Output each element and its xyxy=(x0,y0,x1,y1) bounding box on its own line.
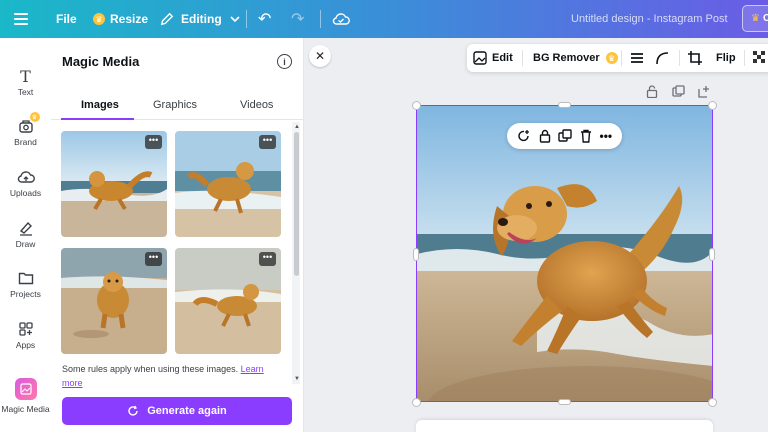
generate-again-button[interactable]: Generate again xyxy=(62,397,292,425)
resize-handle-top-left[interactable] xyxy=(412,101,421,110)
cloud-save-icon[interactable] xyxy=(332,0,350,38)
bg-remover-label: BG Remover xyxy=(533,52,600,64)
editing-label: Editing xyxy=(181,12,222,26)
more-options-icon[interactable]: ••• xyxy=(259,135,276,149)
panel-title: Magic Media xyxy=(62,54,140,69)
rail-item-uploads[interactable]: Uploads xyxy=(0,166,51,212)
top-bar: File ♛ Resize Editing ↶ ↷ Untitled desig… xyxy=(0,0,768,38)
chevron-down-icon xyxy=(230,16,240,23)
rail-item-brand[interactable]: ♛ Brand xyxy=(0,112,51,161)
duplicate-icon[interactable] xyxy=(672,85,685,101)
scrollbar-thumb[interactable] xyxy=(294,132,299,276)
close-icon: ✕ xyxy=(314,49,326,63)
duplicate-icon[interactable] xyxy=(558,129,572,143)
rail-label: Brand xyxy=(14,137,37,147)
resize-handle-bottom-right[interactable] xyxy=(708,398,717,407)
crop-icon[interactable] xyxy=(688,44,702,72)
resize-button[interactable]: ♛ Resize xyxy=(93,0,148,38)
trash-icon[interactable] xyxy=(580,129,592,143)
draw-icon xyxy=(18,217,34,239)
rail-label: Uploads xyxy=(9,188,42,198)
page-bottom-bar xyxy=(416,420,713,432)
rail-item-apps[interactable]: Apps xyxy=(0,318,51,364)
file-menu[interactable]: File xyxy=(56,0,77,38)
rail-item-projects[interactable]: Projects xyxy=(0,267,51,313)
rules-text: Some rules apply when using these images… xyxy=(62,364,239,374)
text-icon: T xyxy=(20,66,31,86)
resize-handle-top[interactable] xyxy=(558,102,571,108)
flip-button[interactable]: Flip xyxy=(716,44,736,72)
resize-label: Resize xyxy=(110,12,149,26)
close-panel-button[interactable]: ✕ xyxy=(309,45,331,67)
edit-image-button[interactable]: Edit xyxy=(473,44,513,72)
magic-edit-icon[interactable] xyxy=(517,129,531,143)
rail-label: Magic Media xyxy=(1,404,50,414)
pencil-icon xyxy=(160,12,174,26)
apps-icon xyxy=(18,318,34,340)
generated-image-1[interactable]: ••• xyxy=(61,131,167,237)
info-icon[interactable]: i xyxy=(277,54,292,69)
uploads-icon xyxy=(17,166,35,188)
crown-icon: ♛ xyxy=(93,13,105,25)
corner-rounding-icon[interactable] xyxy=(655,44,669,72)
magic-media-icon xyxy=(14,378,37,400)
rail-label: Draw xyxy=(15,239,36,249)
lock-icon[interactable] xyxy=(646,85,658,101)
resize-handle-top-right[interactable] xyxy=(708,101,717,110)
lock-icon[interactable] xyxy=(539,129,551,143)
magic-media-panel: Magic Media i Images Graphics Videos •••… xyxy=(51,38,304,432)
crown-icon: ♛ xyxy=(751,13,760,24)
tab-videos[interactable]: Videos xyxy=(240,99,273,111)
generated-image-4[interactable]: ••• xyxy=(175,248,281,354)
rail-label: Text xyxy=(17,87,34,97)
menu-icon[interactable] xyxy=(14,0,28,38)
border-style-icon[interactable] xyxy=(630,44,644,72)
editing-dropdown[interactable]: Editing xyxy=(160,0,240,38)
folder-icon xyxy=(18,267,34,289)
scroll-up-icon[interactable]: ▲ xyxy=(294,124,300,130)
context-toolbar: Edit BG Remover ♛ Flip xyxy=(467,44,768,72)
more-options-icon[interactable]: ••• xyxy=(600,129,613,143)
tab-graphics[interactable]: Graphics xyxy=(153,99,197,111)
tab-images[interactable]: Images xyxy=(81,99,119,111)
resize-handle-bottom-left[interactable] xyxy=(412,398,421,407)
rail-label: Projects xyxy=(10,289,41,299)
crown-badge-icon: ♛ xyxy=(29,112,40,122)
design-canvas-image[interactable] xyxy=(416,105,713,402)
usage-rules: Some rules apply when using these images… xyxy=(62,362,280,390)
floating-element-toolbar: ••• xyxy=(507,123,622,149)
edit-label: Edit xyxy=(492,52,513,64)
image-edit-icon xyxy=(473,51,487,65)
more-options-icon[interactable]: ••• xyxy=(259,252,276,266)
refresh-icon xyxy=(128,405,138,416)
rail-item-draw[interactable]: Draw xyxy=(0,217,51,263)
more-options-icon[interactable]: ••• xyxy=(145,252,162,266)
crown-icon: ♛ xyxy=(605,52,618,64)
generate-again-label: Generate again xyxy=(147,405,227,417)
tab-bar: Images Graphics Videos xyxy=(51,96,304,120)
resize-handle-left[interactable] xyxy=(413,248,419,261)
bg-remover-button[interactable]: BG Remover ♛ xyxy=(533,44,618,72)
resize-handle-right[interactable] xyxy=(709,248,715,261)
golden-retriever-beach-image xyxy=(417,106,712,401)
redo-icon[interactable]: ↷ xyxy=(291,0,304,38)
upgrade-button[interactable]: ♛ C xyxy=(742,5,768,32)
generated-image-2[interactable]: ••• xyxy=(175,131,281,237)
document-title[interactable]: Untitled design - Instagram Post xyxy=(571,0,728,38)
resize-handle-bottom[interactable] xyxy=(558,399,571,405)
upgrade-label: C xyxy=(762,13,768,24)
active-tab-indicator xyxy=(61,118,134,120)
left-rail: T Text ♛ Brand Uploads Draw Projects App… xyxy=(0,38,51,432)
rail-item-magic-media[interactable]: Magic Media xyxy=(0,378,51,424)
undo-icon[interactable]: ↶ xyxy=(258,0,271,38)
scroll-down-icon[interactable]: ▼ xyxy=(294,376,300,382)
transparency-icon[interactable] xyxy=(753,44,767,72)
generated-image-3[interactable]: ••• xyxy=(61,248,167,354)
more-options-icon[interactable]: ••• xyxy=(145,135,162,149)
add-page-icon[interactable] xyxy=(697,85,710,101)
brand-icon: ♛ xyxy=(18,112,40,137)
rail-item-text[interactable]: T Text xyxy=(0,65,51,111)
rail-label: Apps xyxy=(15,340,36,350)
